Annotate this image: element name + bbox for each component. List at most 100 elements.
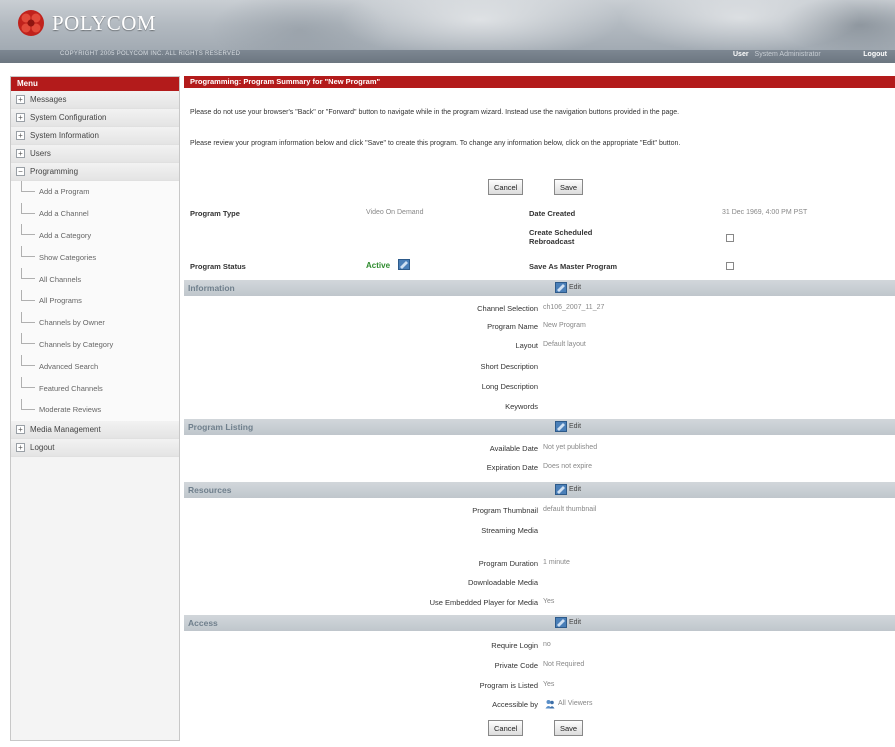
viewers-icon (545, 699, 555, 711)
sidebar-item-media-management[interactable]: + Media Management (11, 420, 179, 439)
sidebar-item-label: Logout (30, 442, 55, 452)
sidebar-subitem-add-program[interactable]: Add a Program (11, 180, 179, 203)
cancel-button-top[interactable]: Cancel (488, 179, 524, 195)
header-artwork (180, 0, 895, 50)
sidebar-item-label: System Information (30, 131, 99, 140)
long-description-label: Long Description (481, 382, 538, 391)
save-master-checkbox[interactable] (726, 262, 734, 270)
accessible-by-value: All Viewers (558, 700, 593, 707)
program-thumbnail-label: Program Thumbnail (472, 506, 538, 515)
information-section-header: Information Edit (184, 280, 895, 296)
program-name-value: New Program (543, 322, 586, 329)
sidebar-subitem-label: Channels by Owner (39, 318, 105, 328)
save-button-bottom[interactable]: Save (554, 720, 584, 736)
user-info: User System Administrator (733, 51, 821, 58)
expiration-date-value: Does not expire (543, 463, 593, 470)
resources-edit-button[interactable]: Edit (555, 484, 581, 495)
expand-icon[interactable]: + (16, 95, 25, 104)
access-section-title: Access (188, 618, 218, 628)
resources-section-header: Resources Edit (184, 482, 895, 498)
channel-selection-label: Channel Selection (477, 304, 538, 313)
expand-icon[interactable]: + (16, 442, 25, 452)
sidebar-subitem-featured-channels[interactable]: Featured Channels (11, 377, 179, 399)
sidebar-subitem-all-channels[interactable]: All Channels (11, 268, 179, 290)
sidebar-subitem-label: Featured Channels (39, 383, 103, 393)
edit-icon (555, 421, 567, 432)
expand-icon[interactable]: + (16, 131, 25, 140)
review-instructions: Please review your program information b… (190, 140, 681, 147)
program-listed-label: Program is Listed (479, 681, 538, 690)
access-edit-button[interactable]: Edit (555, 617, 581, 628)
sidebar-subitem-add-channel[interactable]: Add a Channel (11, 202, 179, 225)
sidebar-subitem-add-category[interactable]: Add a Category (11, 224, 179, 247)
sidebar-item-users[interactable]: + Users (11, 145, 179, 163)
collapse-icon[interactable]: − (16, 167, 25, 176)
sidebar-item-label: Programming (30, 167, 79, 176)
edit-status-icon[interactable] (398, 259, 410, 270)
save-button-top[interactable]: Save (554, 179, 584, 195)
edit-icon (555, 484, 567, 495)
tree-branch (21, 355, 35, 367)
sidebar-item-label: System Configuration (30, 113, 107, 122)
embedded-player-value: Yes (543, 598, 555, 605)
listing-edit-button[interactable]: Edit (555, 421, 581, 432)
information-edit-button[interactable]: Edit (555, 282, 581, 293)
private-code-value: Not Required (543, 661, 585, 668)
accessible-by-label: Accessible by (492, 700, 538, 709)
program-type-label: Program Type (190, 209, 240, 218)
program-duration-label: Program Duration (478, 559, 538, 568)
sidebar-item-label: Messages (30, 95, 67, 104)
edit-label: Edit (569, 284, 582, 291)
sidebar-item-programming[interactable]: − Programming (11, 163, 179, 181)
date-created-value: 31 Dec 1969, 4:00 PM PST (722, 209, 808, 216)
resources-section-title: Resources (188, 485, 232, 495)
cancel-button-bottom[interactable]: Cancel (488, 720, 524, 736)
header-banner: POLYCOM COPYRIGHT 2005 POLYCOM INC. ALL … (0, 0, 895, 63)
brand-name: POLYCOM (52, 10, 157, 35)
sidebar-item-system-configuration[interactable]: + System Configuration (11, 109, 179, 127)
edit-label: Edit (569, 619, 582, 626)
user-name: System Administrator (754, 51, 821, 58)
sidebar-subitem-label: All Programs (39, 296, 82, 306)
embedded-player-label: Use Embedded Player for Media (429, 598, 538, 607)
expand-icon[interactable]: + (16, 149, 25, 158)
logout-link[interactable]: Logout (863, 51, 887, 58)
downloadable-media-label: Downloadable Media (467, 578, 538, 587)
tree-branch (21, 202, 35, 214)
program-status-value: Active (366, 261, 391, 270)
tree-branch (21, 180, 35, 192)
sidebar-subitem-show-categories[interactable]: Show Categories (11, 246, 179, 269)
listing-section-header: Program Listing Edit (184, 419, 895, 435)
date-created-label: Date Created (529, 209, 576, 218)
streaming-media-label: Streaming Media (481, 526, 538, 535)
access-section-header: Access Edit (184, 615, 895, 631)
short-description-label: Short Description (480, 362, 538, 371)
sidebar-subitem-channels-by-category[interactable]: Channels by Category (11, 333, 179, 356)
available-date-value: Not yet published (543, 444, 598, 451)
sidebar-item-messages[interactable]: + Messages (11, 91, 179, 109)
polycom-logo-icon (16, 8, 46, 38)
sidebar-subitem-all-programs[interactable]: All Programs (11, 289, 179, 312)
layout-label: Layout (515, 341, 538, 350)
sidebar-subitem-moderate-reviews[interactable]: Moderate Reviews (11, 398, 179, 421)
user-label: User (733, 51, 749, 58)
tree-branch (21, 268, 35, 280)
sidebar-subitem-label: Add a Program (39, 187, 90, 197)
sidebar-subitem-advanced-search[interactable]: Advanced Search (11, 355, 179, 378)
sidebar-item-system-information[interactable]: + System Information (11, 127, 179, 145)
program-name-label: Program Name (487, 322, 538, 331)
create-rebroadcast-checkbox[interactable] (726, 234, 734, 242)
expand-icon[interactable]: + (16, 113, 25, 122)
sidebar-title: Menu (11, 77, 179, 91)
sidebar-subitem-label: Add a Category (39, 230, 92, 240)
edit-label: Edit (569, 486, 582, 493)
sidebar-subitem-channels-by-owner[interactable]: Channels by Owner (11, 311, 179, 334)
tree-branch (21, 224, 35, 236)
expand-icon[interactable]: + (16, 424, 25, 434)
program-type-value: Video On Demand (366, 209, 424, 216)
tree-branch (21, 246, 35, 258)
main-content: Programming: Program Summary for "New Pr… (184, 76, 895, 741)
sidebar-subitem-label: Moderate Reviews (39, 405, 102, 415)
layout-value: Default layout (543, 341, 586, 348)
sidebar-item-logout[interactable]: + Logout (11, 438, 179, 457)
